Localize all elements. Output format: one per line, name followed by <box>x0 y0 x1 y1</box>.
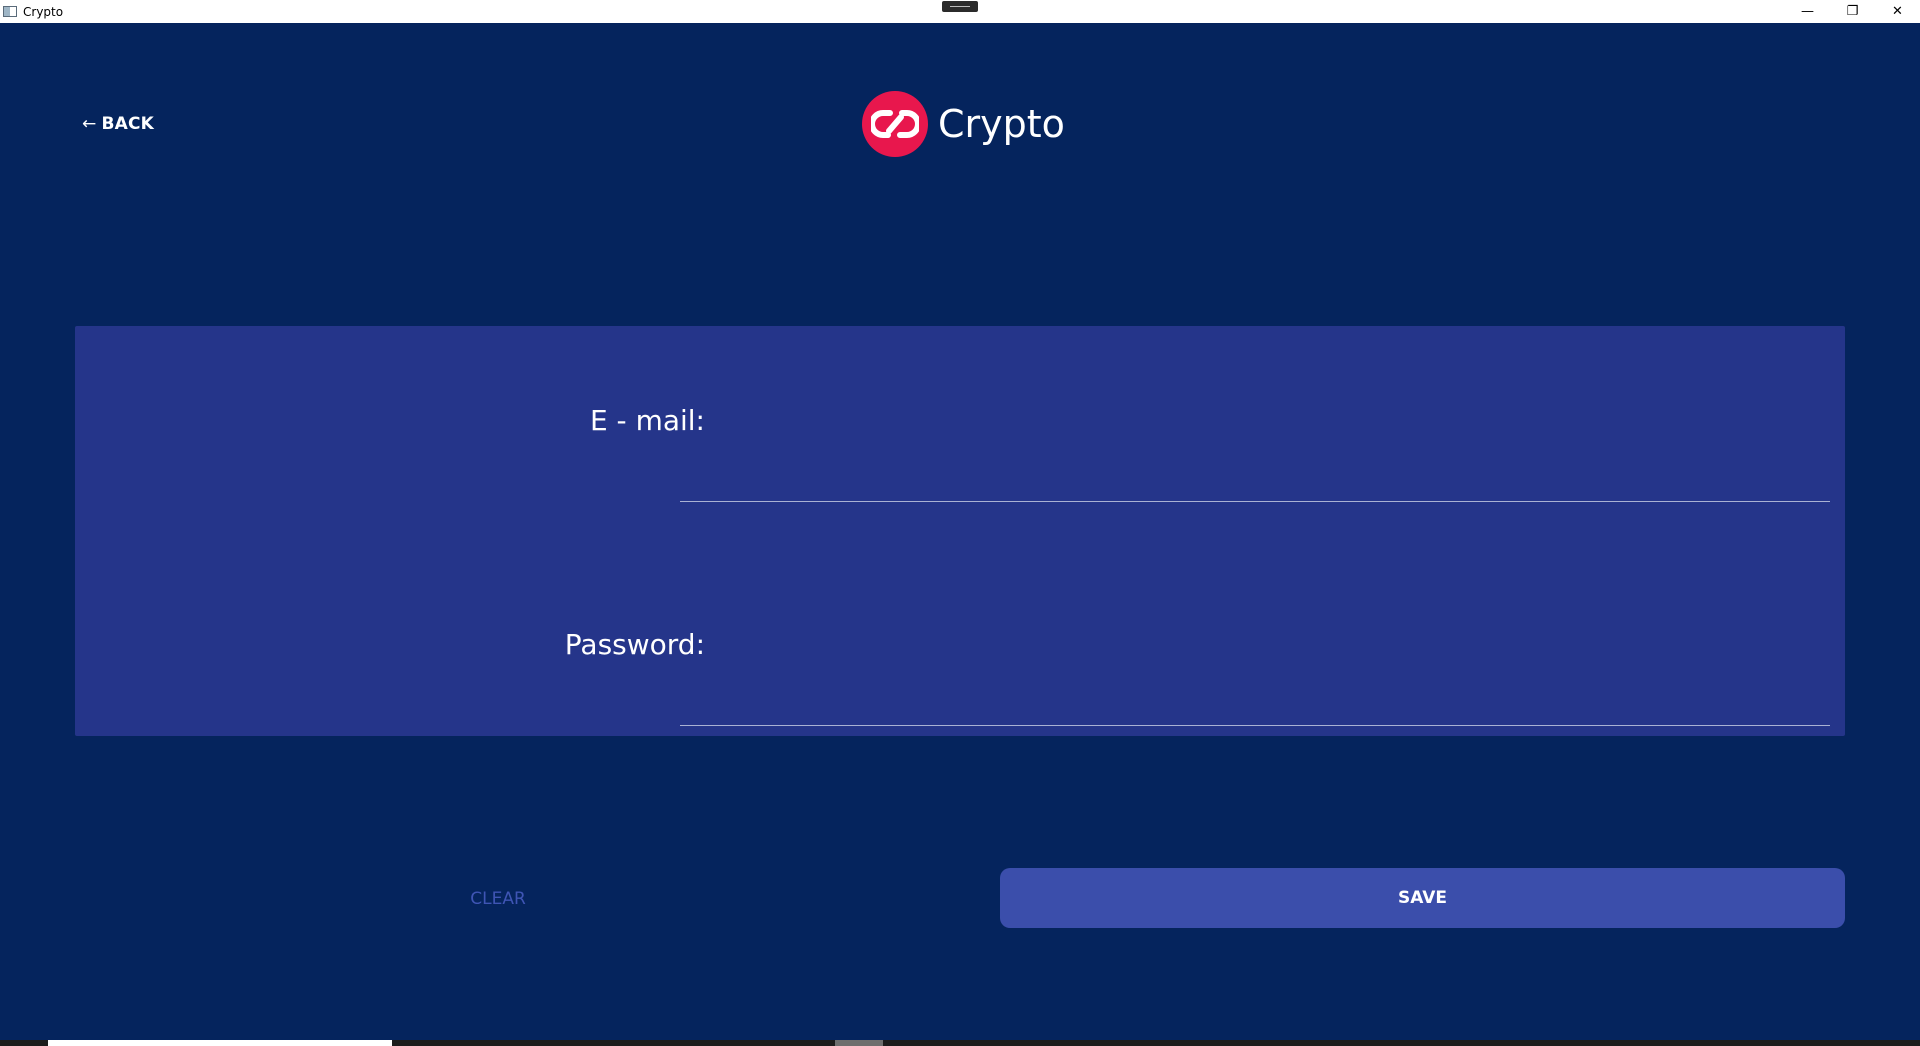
drag-handle-icon[interactable] <box>942 1 978 12</box>
window-controls: — ❐ ✕ <box>1785 0 1920 23</box>
email-field[interactable] <box>680 452 1830 502</box>
password-label: Password: <box>564 628 705 661</box>
crypto-logo-icon <box>862 91 928 157</box>
brand-header: Crypto <box>862 91 1065 157</box>
back-arrow-icon: ← <box>82 114 97 134</box>
close-icon: ✕ <box>1892 4 1903 19</box>
back-button[interactable]: ← BACK <box>82 114 154 134</box>
minimize-icon: — <box>1801 4 1814 19</box>
login-form-card: E - mail: Password: <box>75 326 1845 736</box>
clear-button[interactable]: CLEAR <box>436 884 560 914</box>
restore-icon: ❐ <box>1846 4 1859 19</box>
email-label: E - mail: <box>589 404 705 437</box>
password-field[interactable] <box>680 676 1830 726</box>
window-title: Crypto <box>23 4 64 19</box>
brand-name: Crypto <box>938 102 1065 146</box>
app-window-icon <box>3 6 17 17</box>
minimize-button[interactable]: — <box>1785 0 1830 23</box>
taskbar-segment <box>835 1040 883 1046</box>
chain-link-icon <box>871 110 919 138</box>
window-titlebar[interactable]: Crypto — ❐ ✕ <box>0 0 1920 23</box>
save-button[interactable]: SAVE <box>1000 868 1845 928</box>
restore-button[interactable]: ❐ <box>1830 0 1875 23</box>
back-label: BACK <box>101 114 155 134</box>
close-window-button[interactable]: ✕ <box>1875 0 1920 23</box>
taskbar-active-segment <box>48 1040 392 1046</box>
